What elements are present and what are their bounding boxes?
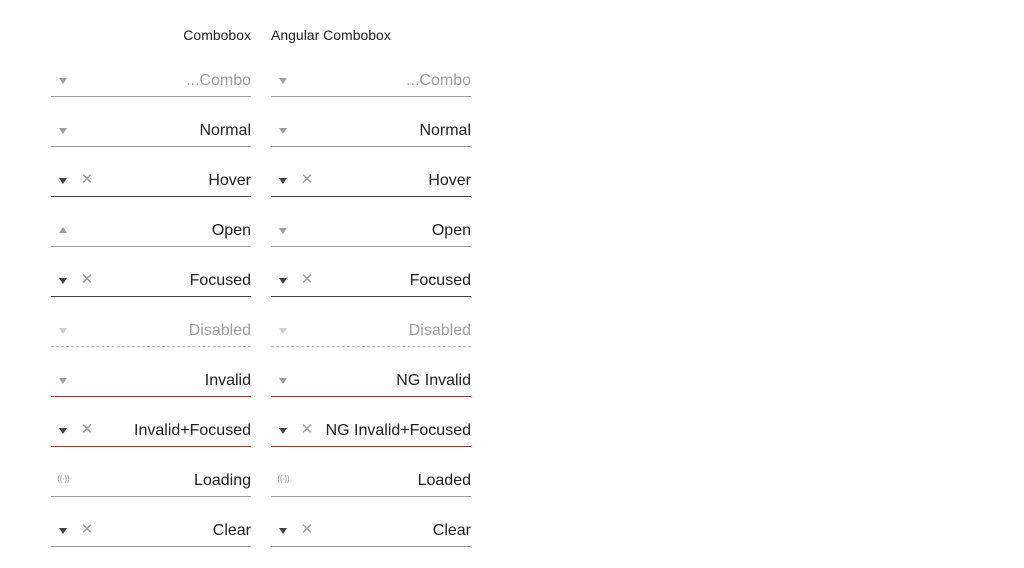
close-icon[interactable]: ✕ [79, 270, 95, 290]
close-icon[interactable]: ✕ [79, 170, 95, 190]
combobox-value: Focused [189, 272, 251, 289]
chevron-down-icon[interactable] [59, 178, 67, 184]
combobox-normal[interactable]: Normal [51, 114, 251, 147]
loading-spinner-icon: ((·)) [57, 475, 70, 485]
combobox-focused[interactable]: ✕ Focused [271, 264, 471, 297]
chevron-down-icon [59, 328, 67, 334]
chevron-down-icon[interactable] [279, 178, 287, 184]
combobox-hover[interactable]: ✕ Hover [51, 164, 251, 197]
combobox-focused[interactable]: ✕ Focused [51, 264, 251, 297]
combobox-hover[interactable]: ✕ Hover [271, 164, 471, 197]
combobox-placeholder[interactable]: ...Combo [51, 64, 251, 97]
chevron-down-icon[interactable] [59, 528, 67, 534]
combobox-value: Normal [199, 122, 251, 139]
combobox-value: Normal [419, 122, 471, 139]
combobox-value: Focused [409, 272, 471, 289]
combobox-disabled: Disabled [271, 314, 471, 347]
combobox-invalid[interactable]: NG Invalid [271, 364, 471, 397]
combobox-value: Loading [194, 472, 251, 489]
combobox-disabled: Disabled [51, 314, 251, 347]
column-header-angular-combobox: Angular Combobox [271, 27, 391, 43]
combobox-value: NG Invalid+Focused [325, 422, 471, 439]
close-icon[interactable]: ✕ [299, 270, 315, 290]
close-icon[interactable]: ✕ [299, 520, 315, 540]
combobox-value: ...Combo [186, 72, 251, 89]
close-icon[interactable]: ✕ [299, 170, 315, 190]
chevron-down-icon[interactable] [59, 128, 67, 134]
combobox-value: Open [431, 222, 471, 239]
close-icon[interactable]: ✕ [79, 520, 95, 540]
combobox-value: Clear [432, 522, 471, 539]
combobox-value: Clear [212, 522, 251, 539]
chevron-down-icon[interactable] [59, 78, 67, 84]
combobox-clear[interactable]: ✕ Clear [271, 514, 471, 547]
combobox-value: NG Invalid [396, 372, 471, 389]
column-header-combobox: Combobox [183, 27, 251, 43]
combobox-open[interactable]: Open [271, 214, 471, 247]
close-icon[interactable]: ✕ [79, 420, 95, 440]
combobox-value: Disabled [188, 322, 251, 339]
chevron-down-icon[interactable] [59, 278, 67, 284]
combobox-placeholder[interactable]: ...Combo [271, 64, 471, 97]
combobox-invalid-focused[interactable]: ✕ NG Invalid+Focused [271, 414, 471, 447]
chevron-down-icon[interactable] [59, 428, 67, 434]
combobox-value: Loaded [417, 472, 471, 489]
combobox-open[interactable]: Open [51, 214, 251, 247]
combobox-normal[interactable]: Normal [271, 114, 471, 147]
chevron-down-icon [279, 328, 287, 334]
combobox-value: Invalid+Focused [134, 422, 251, 439]
combobox-value: Open [211, 222, 251, 239]
chevron-down-icon[interactable] [279, 378, 287, 384]
combobox-loaded[interactable]: ((·)) Loaded [271, 464, 471, 497]
combobox-invalid[interactable]: Invalid [51, 364, 251, 397]
chevron-down-icon[interactable] [279, 228, 287, 234]
combobox-loading[interactable]: ((·)) Loading [51, 464, 251, 497]
chevron-down-icon[interactable] [279, 128, 287, 134]
chevron-down-icon[interactable] [279, 428, 287, 434]
chevron-up-icon[interactable] [59, 227, 67, 233]
combobox-value: Hover [428, 172, 471, 189]
combobox-value: ...Combo [406, 72, 471, 89]
combobox-value: Hover [208, 172, 251, 189]
close-icon[interactable]: ✕ [299, 420, 315, 440]
chevron-down-icon[interactable] [59, 378, 67, 384]
combobox-value: Invalid [204, 372, 251, 389]
combobox-invalid-focused[interactable]: ✕ Invalid+Focused [51, 414, 251, 447]
loading-spinner-icon: ((·)) [277, 475, 290, 485]
chevron-down-icon[interactable] [279, 278, 287, 284]
chevron-down-icon[interactable] [279, 528, 287, 534]
combobox-clear[interactable]: ✕ Clear [51, 514, 251, 547]
combobox-value: Disabled [408, 322, 471, 339]
chevron-down-icon[interactable] [279, 78, 287, 84]
